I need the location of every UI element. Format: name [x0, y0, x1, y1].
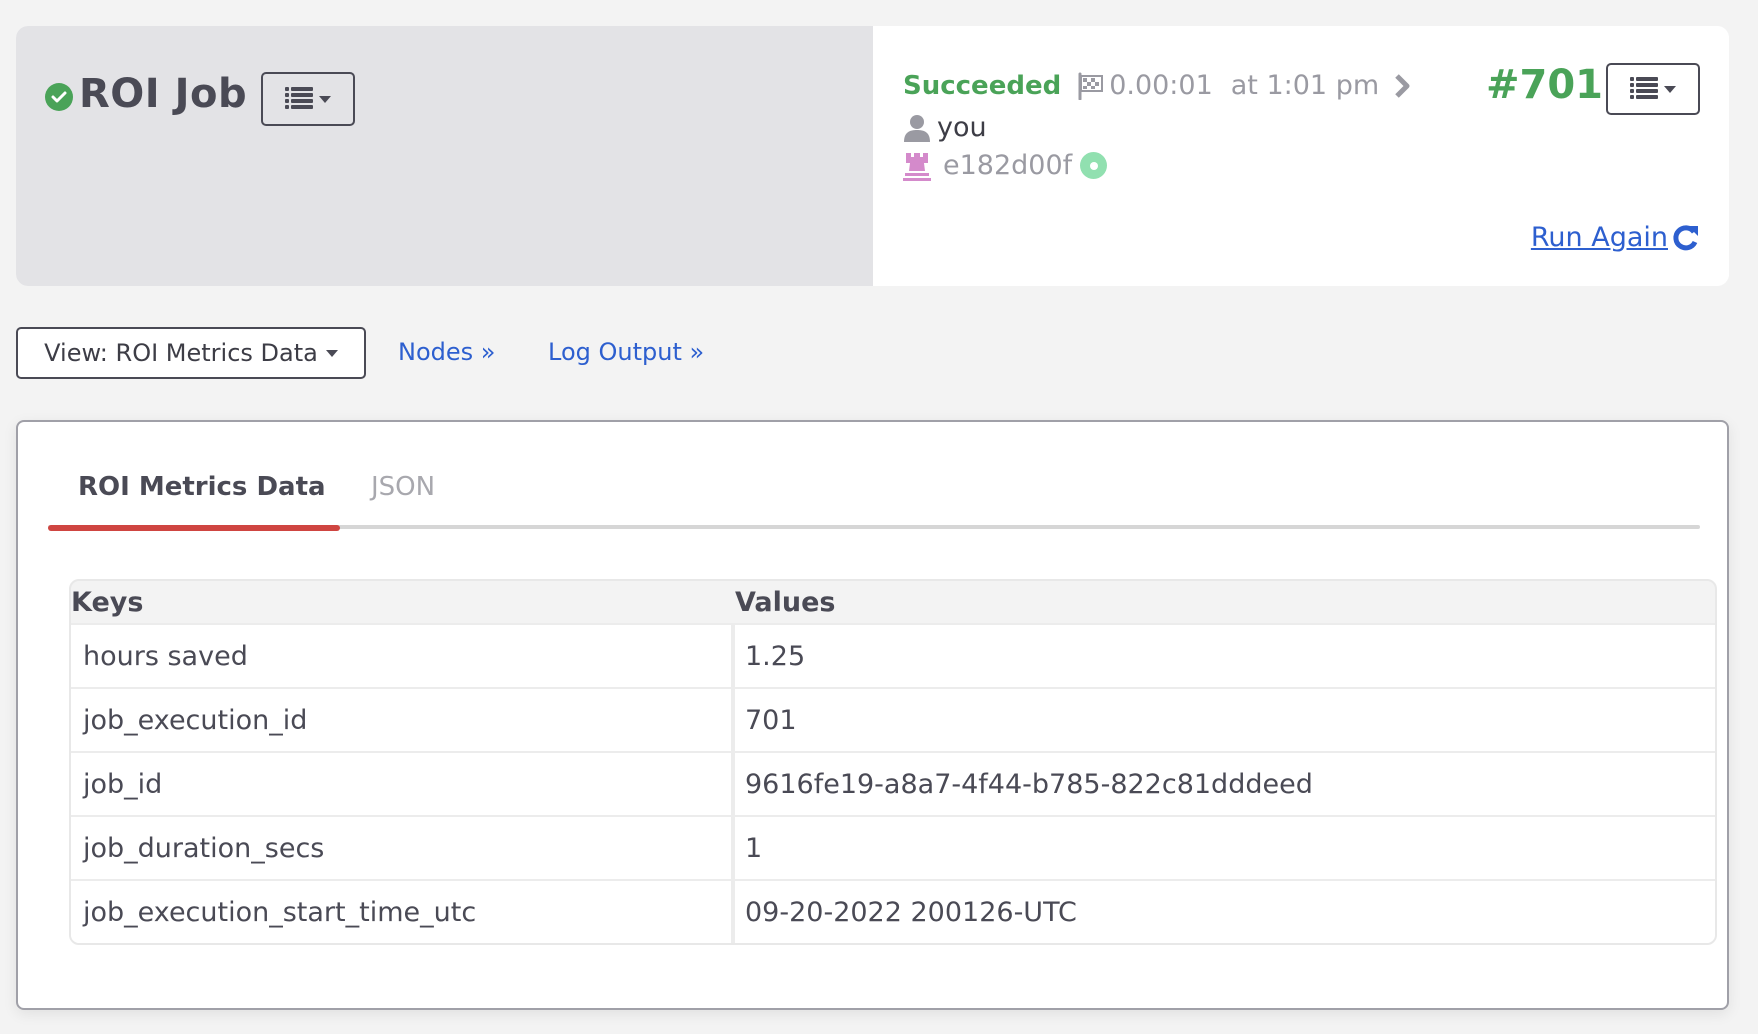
row-value: 9616fe19-a8a7-4f44-b785-822c81dddeed: [735, 753, 1715, 815]
table-row: job_execution_start_time_utc 09-20-2022 …: [71, 879, 1715, 943]
tab-roi-metrics-data[interactable]: ROI Metrics Data: [78, 472, 326, 502]
rook-icon: [903, 151, 931, 181]
row-value: 1.25: [735, 625, 1715, 687]
job-header-card: ROI Job Succeeded 0.00:01 at 1:01 pm you…: [16, 26, 1729, 286]
tab-bar: ROI Metrics Data JSON: [48, 472, 1700, 531]
caret-down-icon: [319, 95, 332, 103]
run-status-row: Succeeded 0.00:01 at 1:01 pm: [903, 70, 1411, 101]
run-user-row: you: [903, 112, 987, 143]
table-row: job_duration_secs 1: [71, 815, 1715, 879]
check-circle-icon: [45, 83, 73, 111]
list-icon: [1630, 76, 1658, 103]
row-value: 1: [735, 817, 1715, 879]
user-icon: [903, 114, 931, 142]
job-title: ROI Job: [79, 71, 248, 117]
checkered-flag-icon: [1077, 72, 1105, 100]
row-key: job_id: [71, 753, 735, 815]
log-output-link[interactable]: Log Output »: [548, 338, 704, 366]
run-user: you: [937, 112, 987, 143]
view-select-label: View: ROI Metrics Data: [44, 339, 318, 367]
row-key: hours saved: [71, 625, 735, 687]
execution-panel: Succeeded 0.00:01 at 1:01 pm you e182d00…: [873, 26, 1729, 286]
job-title-row: ROI Job: [45, 62, 356, 126]
roi-metrics-table: Keys Values hours saved 1.25 job_executi…: [69, 579, 1717, 945]
status-badge: Succeeded: [903, 70, 1062, 101]
nodes-link[interactable]: Nodes »: [398, 338, 495, 366]
column-header-keys: Keys: [71, 586, 144, 618]
commit-row: e182d00f: [903, 150, 1108, 181]
table-row: job_execution_id 701: [71, 687, 1715, 751]
caret-down-icon: [1664, 85, 1676, 93]
commit-hash[interactable]: e182d00f: [943, 150, 1072, 181]
list-icon: [285, 86, 314, 113]
run-again-link[interactable]: Run Again: [1531, 222, 1700, 253]
circle-dot-icon: [1080, 152, 1108, 179]
run-again-label: Run Again: [1530, 222, 1668, 253]
run-duration: 0.00:01: [1109, 70, 1213, 101]
tab-json[interactable]: JSON: [371, 472, 435, 502]
row-key: job_execution_id: [71, 689, 735, 751]
active-tab-indicator: [48, 525, 340, 531]
caret-down-icon: [325, 349, 338, 357]
row-value: 701: [735, 689, 1715, 751]
table-row: job_id 9616fe19-a8a7-4f44-b785-822c81ddd…: [71, 751, 1715, 815]
table-row: hours saved 1.25: [71, 623, 1715, 687]
table-header: Keys Values: [71, 581, 1715, 623]
job-info-panel: ROI Job: [16, 26, 873, 286]
run-start-time: at 1:01 pm: [1230, 70, 1380, 101]
row-key: job_execution_start_time_utc: [71, 881, 735, 943]
column-header-values: Values: [735, 586, 836, 618]
reload-icon: [1672, 224, 1700, 252]
view-select-button[interactable]: View: ROI Metrics Data: [16, 327, 366, 379]
chevron-right-icon[interactable]: [1393, 73, 1411, 99]
execution-actions-menu-button[interactable]: [1606, 63, 1700, 115]
job-actions-menu-button[interactable]: [261, 72, 356, 126]
execution-number: #701: [1485, 62, 1603, 108]
row-key: job_duration_secs: [71, 817, 735, 879]
roi-metrics-card: ROI Metrics Data JSON Keys Values hours …: [16, 420, 1729, 1010]
row-value: 09-20-2022 200126-UTC: [735, 881, 1715, 943]
